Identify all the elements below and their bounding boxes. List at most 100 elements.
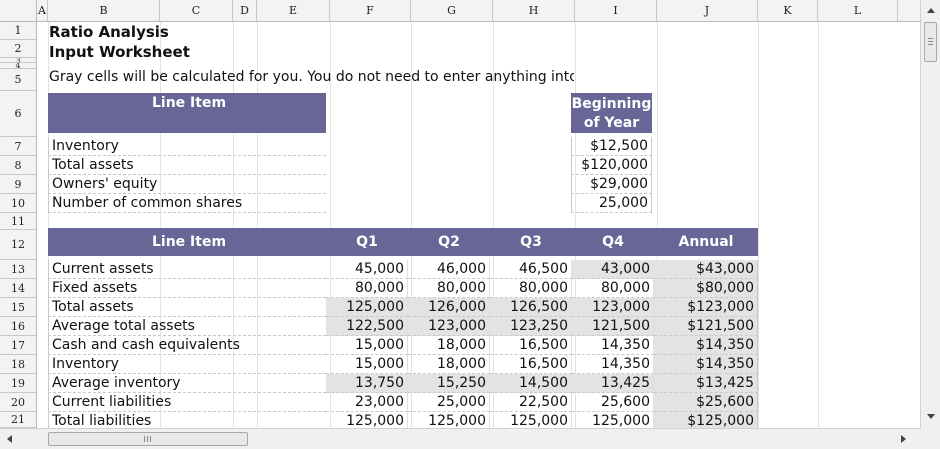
section2-q4-value[interactable]: 125,000 xyxy=(572,412,654,428)
section2-q1-value: 125,000 xyxy=(326,298,408,317)
row-header-13[interactable]: 13 xyxy=(0,260,36,279)
section2-q4-value: 43,000 xyxy=(572,260,654,279)
column-header-a[interactable]: A xyxy=(37,0,48,21)
section2-q2-value[interactable]: 18,000 xyxy=(408,355,490,374)
section2-q3-value[interactable]: 80,000 xyxy=(490,279,572,298)
section2-label: Inventory xyxy=(48,355,326,374)
scroll-right-icon[interactable] xyxy=(901,435,906,443)
column-header-e[interactable]: E xyxy=(257,0,330,21)
section2-header-annual: Annual xyxy=(654,228,758,256)
section2-label: Current assets xyxy=(48,260,326,279)
column-header-c[interactable]: C xyxy=(160,0,233,21)
column-header-f[interactable]: F xyxy=(330,0,411,21)
section2-q1-value[interactable]: 23,000 xyxy=(326,393,408,412)
section2-q3-value[interactable]: 16,500 xyxy=(490,336,572,355)
section2-q3-value: 126,500 xyxy=(490,298,572,317)
horizontal-scrollbar[interactable] xyxy=(0,428,920,449)
section1-beginning-value[interactable]: $12,500 xyxy=(571,137,652,156)
section1-beginning-value[interactable]: 25,000 xyxy=(571,194,652,213)
section1-beginning-value[interactable]: $120,000 xyxy=(571,156,652,175)
row-header-8[interactable]: 8 xyxy=(0,156,36,175)
column-header-k[interactable]: K xyxy=(758,0,818,21)
section2-header-line-item: Line Item xyxy=(48,228,326,256)
section2-q1-value[interactable]: 45,000 xyxy=(326,260,408,279)
section2-q4-value[interactable]: 80,000 xyxy=(572,279,654,298)
section2-q1-value[interactable]: 125,000 xyxy=(326,412,408,428)
column-header-g[interactable]: G xyxy=(411,0,493,21)
column-header-j[interactable]: J xyxy=(657,0,758,21)
spreadsheet-window: ABCDEFGHIJKL 1 2 3 4 5 6 7 8 9 10 11 12 13 14 15 16 17 18… xyxy=(0,0,940,449)
section2-annual-value: $125,000 xyxy=(654,412,758,428)
scroll-down-icon[interactable] xyxy=(927,414,935,419)
scroll-left-icon[interactable] xyxy=(7,435,12,443)
section1-header-line-item: Line Item xyxy=(48,93,326,133)
section2-q3-value[interactable]: 22,500 xyxy=(490,393,572,412)
row-header-20[interactable]: 20 xyxy=(0,393,36,412)
section2-annual-value: $14,350 xyxy=(654,355,758,374)
select-all-corner[interactable] xyxy=(0,0,37,21)
section2-label: Fixed assets xyxy=(48,279,326,298)
scroll-up-icon[interactable] xyxy=(927,8,935,13)
section2-q4-value: 13,425 xyxy=(572,374,654,393)
row-header-16[interactable]: 16 xyxy=(0,317,36,336)
column-header-bar: ABCDEFGHIJKL xyxy=(0,0,920,22)
row-header-12[interactable]: 12 xyxy=(0,230,36,260)
section2-q1-value[interactable]: 80,000 xyxy=(326,279,408,298)
sheet-grid[interactable]: Ratio Analysis Input Worksheet Gray cell… xyxy=(38,22,920,428)
vertical-scroll-thumb[interactable] xyxy=(924,22,937,62)
row-header-9[interactable]: 9 xyxy=(0,175,36,194)
section2-q3-value[interactable]: 46,500 xyxy=(490,260,572,279)
section2-annual-value: $13,425 xyxy=(654,374,758,393)
section2-q3-value[interactable]: 16,500 xyxy=(490,355,572,374)
section2-header-q3: Q3 xyxy=(490,228,572,256)
horizontal-scroll-thumb[interactable] xyxy=(48,432,248,446)
section2-header-q1: Q1 xyxy=(326,228,408,256)
column-header-d[interactable]: D xyxy=(233,0,257,21)
section2-q4-value[interactable]: 25,600 xyxy=(572,393,654,412)
row-header-6[interactable]: 6 xyxy=(0,91,36,137)
row-header-14[interactable]: 14 xyxy=(0,279,36,298)
row-header-11[interactable]: 11 xyxy=(0,213,36,230)
row-header-17[interactable]: 17 xyxy=(0,336,36,355)
row-header-19[interactable]: 19 xyxy=(0,374,36,393)
column-header-h[interactable]: H xyxy=(493,0,575,21)
row-header-10[interactable]: 10 xyxy=(0,194,36,213)
row-header-21[interactable]: 21 xyxy=(0,412,36,428)
column-header-i[interactable]: I xyxy=(575,0,657,21)
row-header-15[interactable]: 15 xyxy=(0,298,36,317)
section2-q2-value[interactable]: 46,000 xyxy=(408,260,490,279)
section1-header-beginning: Beginning of Year xyxy=(571,93,652,133)
section2-q1-value[interactable]: 15,000 xyxy=(326,336,408,355)
section2-q3-value[interactable]: 125,000 xyxy=(490,412,572,428)
section2-q4-value[interactable]: 14,350 xyxy=(572,355,654,374)
scrollbar-corner xyxy=(920,428,940,449)
section1-beginning-value[interactable]: $29,000 xyxy=(571,175,652,194)
row-header-18[interactable]: 18 xyxy=(0,355,36,374)
row-header-7[interactable]: 7 xyxy=(0,137,36,156)
column-header-b[interactable]: B xyxy=(48,0,160,21)
section2-q2-value[interactable]: 125,000 xyxy=(408,412,490,428)
section2-q2-value[interactable]: 25,000 xyxy=(408,393,490,412)
row-header-2[interactable]: 2 xyxy=(0,40,36,58)
section2-annual-value: $25,600 xyxy=(654,393,758,412)
section2-label: Current liabilities xyxy=(48,393,326,412)
section2-q4-value: 123,000 xyxy=(572,298,654,317)
section2-q2-value[interactable]: 18,000 xyxy=(408,336,490,355)
row-header-5[interactable]: 5 xyxy=(0,69,36,91)
section1-label: Total assets xyxy=(48,156,326,175)
section2-label: Average inventory xyxy=(48,374,326,393)
section2-annual-value: $123,000 xyxy=(654,298,758,317)
section2-q2-value[interactable]: 80,000 xyxy=(408,279,490,298)
row-header-1[interactable]: 1 xyxy=(0,22,36,40)
vertical-scrollbar[interactable] xyxy=(920,0,940,428)
section1-label: Inventory xyxy=(48,137,326,156)
section2-q3-value: 14,500 xyxy=(490,374,572,393)
section2-q1-value[interactable]: 15,000 xyxy=(326,355,408,374)
sheet-subtitle: Input Worksheet xyxy=(49,43,190,61)
section2-q4-value[interactable]: 14,350 xyxy=(572,336,654,355)
section2-annual-value: $121,500 xyxy=(654,317,758,336)
section2-q3-value: 123,250 xyxy=(490,317,572,336)
section1-label: Number of common shares xyxy=(48,194,326,213)
column-header-l[interactable]: L xyxy=(818,0,898,21)
section2-label: Average total assets xyxy=(48,317,326,336)
